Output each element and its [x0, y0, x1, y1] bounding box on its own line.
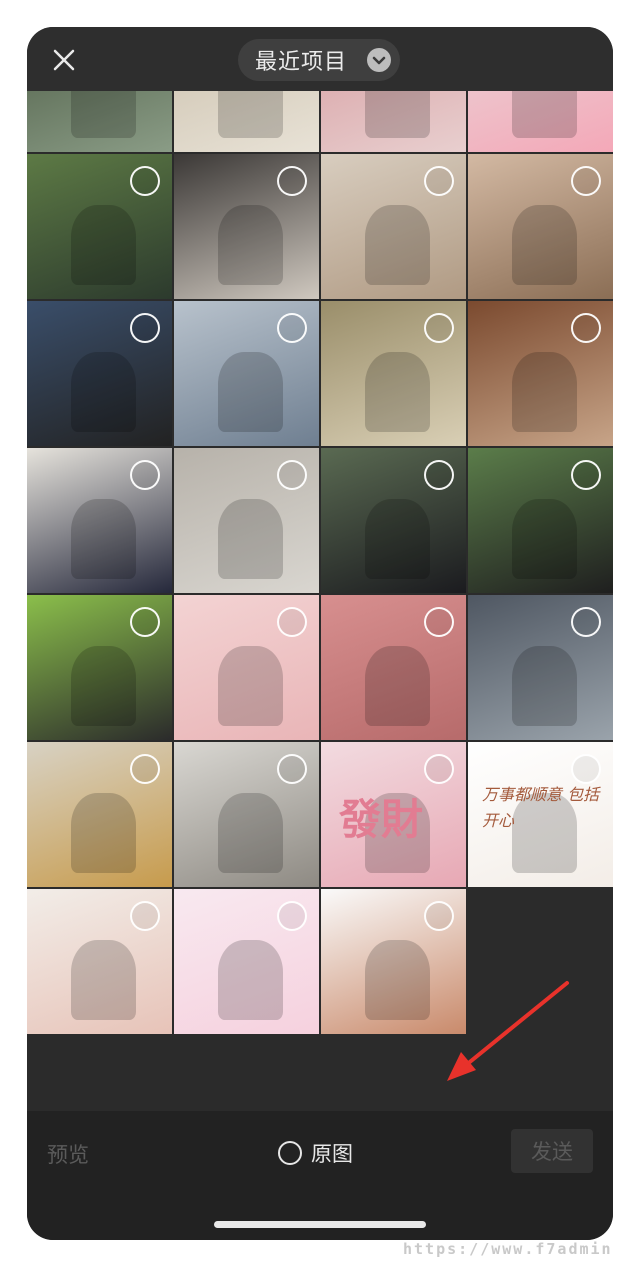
send-button[interactable]: 发送: [511, 1129, 593, 1173]
photo-content: [511, 645, 577, 726]
select-circle-icon[interactable]: [424, 754, 454, 784]
photo-content: [511, 351, 577, 432]
photo-thumbnail[interactable]: [321, 595, 466, 740]
chevron-down-icon: [367, 48, 391, 72]
photo-content: [217, 204, 283, 285]
photo-thumbnail[interactable]: 發財: [321, 742, 466, 887]
select-circle-icon[interactable]: [571, 460, 601, 490]
select-circle-icon[interactable]: [130, 313, 160, 343]
top-bar: 最近项目: [27, 27, 613, 91]
photo-content: [364, 645, 430, 726]
select-circle-icon[interactable]: [277, 754, 307, 784]
original-image-toggle[interactable]: 原图: [278, 1138, 353, 1168]
preview-button[interactable]: 预览: [47, 1139, 89, 1169]
photo-content: [511, 91, 577, 138]
select-circle-icon[interactable]: [130, 901, 160, 931]
select-circle-icon[interactable]: [277, 313, 307, 343]
photo-thumbnail[interactable]: [321, 154, 466, 299]
select-circle-icon[interactable]: [130, 754, 160, 784]
photo-content: [364, 939, 430, 1020]
select-circle-icon[interactable]: [424, 313, 454, 343]
photo-thumbnail[interactable]: 万事都顺意 包括开心: [468, 742, 613, 887]
photo-thumbnail[interactable]: [27, 301, 172, 446]
select-circle-icon[interactable]: [277, 607, 307, 637]
album-selector[interactable]: 最近项目: [238, 39, 400, 81]
photo-content: [70, 498, 136, 579]
photo-thumbnail[interactable]: [174, 301, 319, 446]
photo-thumbnail[interactable]: [27, 154, 172, 299]
photo-thumbnail[interactable]: [27, 889, 172, 1034]
photo-thumbnail[interactable]: [321, 301, 466, 446]
photo-content: [364, 498, 430, 579]
photo-content: [511, 498, 577, 579]
photo-thumbnail[interactable]: [174, 91, 319, 152]
photo-content: [70, 645, 136, 726]
select-circle-icon[interactable]: [571, 313, 601, 343]
sticker-text: 發財: [339, 795, 424, 844]
select-circle-icon[interactable]: [277, 166, 307, 196]
photo-thumbnail[interactable]: [174, 154, 319, 299]
photo-thumbnail[interactable]: [174, 595, 319, 740]
photo-thumbnail[interactable]: [27, 742, 172, 887]
photo-thumbnail[interactable]: [27, 91, 172, 152]
photo-thumbnail[interactable]: [468, 91, 613, 152]
photo-content: [217, 91, 283, 138]
photo-content: [70, 204, 136, 285]
select-circle-icon[interactable]: [571, 166, 601, 196]
close-icon[interactable]: [49, 45, 79, 75]
bottom-toolbar: 预览 原图 发送: [27, 1111, 613, 1240]
select-circle-icon[interactable]: [424, 460, 454, 490]
grid-empty-space: [27, 1034, 613, 1111]
photo-thumbnail[interactable]: [468, 301, 613, 446]
select-circle-icon[interactable]: [130, 607, 160, 637]
select-circle-icon[interactable]: [571, 607, 601, 637]
photo-content: [70, 792, 136, 873]
select-circle-icon[interactable]: [130, 166, 160, 196]
photo-content: [217, 792, 283, 873]
photo-thumbnail[interactable]: [174, 448, 319, 593]
photo-thumbnail[interactable]: [321, 91, 466, 152]
photo-thumbnail[interactable]: [321, 889, 466, 1034]
original-label: 原图: [311, 1142, 353, 1166]
photo-content: [217, 645, 283, 726]
photo-content: [364, 204, 430, 285]
photo-thumbnail[interactable]: [468, 154, 613, 299]
photo-content: [217, 939, 283, 1020]
photo-thumbnail[interactable]: [321, 448, 466, 593]
album-title: 最近项目: [255, 50, 348, 75]
photo-grid: 發財 万事都顺意 包括开心: [27, 91, 613, 1034]
photo-thumbnail[interactable]: [174, 889, 319, 1034]
select-circle-icon[interactable]: [424, 901, 454, 931]
photo-thumbnail[interactable]: [468, 448, 613, 593]
photo-content: [70, 351, 136, 432]
home-indicator[interactable]: [214, 1221, 426, 1228]
photo-content: [217, 498, 283, 579]
select-circle-icon[interactable]: [571, 754, 601, 784]
select-circle-icon[interactable]: [424, 607, 454, 637]
watermark: https://www.f7admin: [403, 1240, 613, 1258]
phone-screen: 最近项目 發財 万事都顺意 包括开心 预览 原图 发送: [27, 27, 613, 1240]
handwriting-text: 万事都顺意 包括开心: [482, 785, 600, 830]
radio-icon: [278, 1141, 302, 1165]
select-circle-icon[interactable]: [424, 166, 454, 196]
select-circle-icon[interactable]: [130, 460, 160, 490]
photo-thumbnail[interactable]: [27, 595, 172, 740]
photo-thumbnail[interactable]: [468, 595, 613, 740]
select-circle-icon[interactable]: [277, 460, 307, 490]
photo-content: [217, 351, 283, 432]
photo-thumbnail[interactable]: [27, 448, 172, 593]
photo-content: [70, 939, 136, 1020]
photo-thumbnail[interactable]: [174, 742, 319, 887]
photo-content: [70, 91, 136, 138]
photo-content: [364, 351, 430, 432]
select-circle-icon[interactable]: [277, 901, 307, 931]
photo-content: [511, 204, 577, 285]
photo-content: [364, 91, 430, 138]
